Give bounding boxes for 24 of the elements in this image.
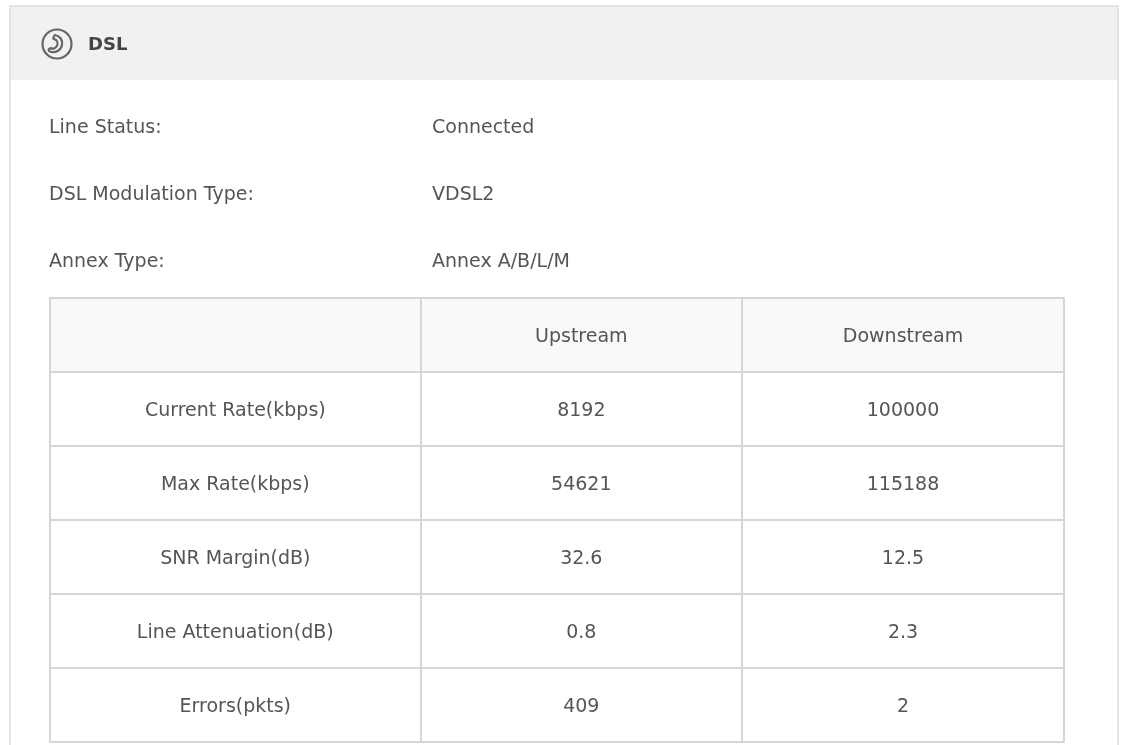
info-label: DSL Modulation Type: bbox=[49, 181, 255, 204]
info-value: Connected bbox=[432, 114, 535, 137]
table-cell: 100000 bbox=[742, 372, 1064, 446]
table-cell: Line Attenuation(dB) bbox=[50, 594, 421, 668]
info-value: Annex A/B/L/M bbox=[432, 248, 570, 271]
info-label: Line Status: bbox=[49, 114, 163, 137]
panel-title: DSL bbox=[88, 33, 128, 54]
table-cell: 2 bbox=[742, 668, 1064, 742]
table-cell: Errors(pkts) bbox=[50, 668, 421, 742]
table-cell: 409 bbox=[420, 668, 742, 742]
column-header: Upstream bbox=[420, 298, 742, 372]
table-cell: 115188 bbox=[742, 446, 1064, 520]
table-cell: 2.3 bbox=[742, 594, 1064, 668]
table-cell: 32.6 bbox=[420, 520, 742, 594]
table-cell: 54621 bbox=[420, 446, 742, 520]
table-cell: Current Rate(kbps) bbox=[50, 372, 421, 446]
table-cell: Max Rate(kbps) bbox=[50, 446, 421, 520]
table-cell: 8192 bbox=[420, 372, 742, 446]
table-cell: 0.8 bbox=[420, 594, 742, 668]
info-value: VDSL2 bbox=[432, 181, 495, 204]
column-header: Downstream bbox=[742, 298, 1064, 372]
table-cell: SNR Margin(dB) bbox=[50, 520, 421, 594]
table-cell: 12.5 bbox=[742, 520, 1064, 594]
info-label: Annex Type: bbox=[49, 248, 166, 271]
